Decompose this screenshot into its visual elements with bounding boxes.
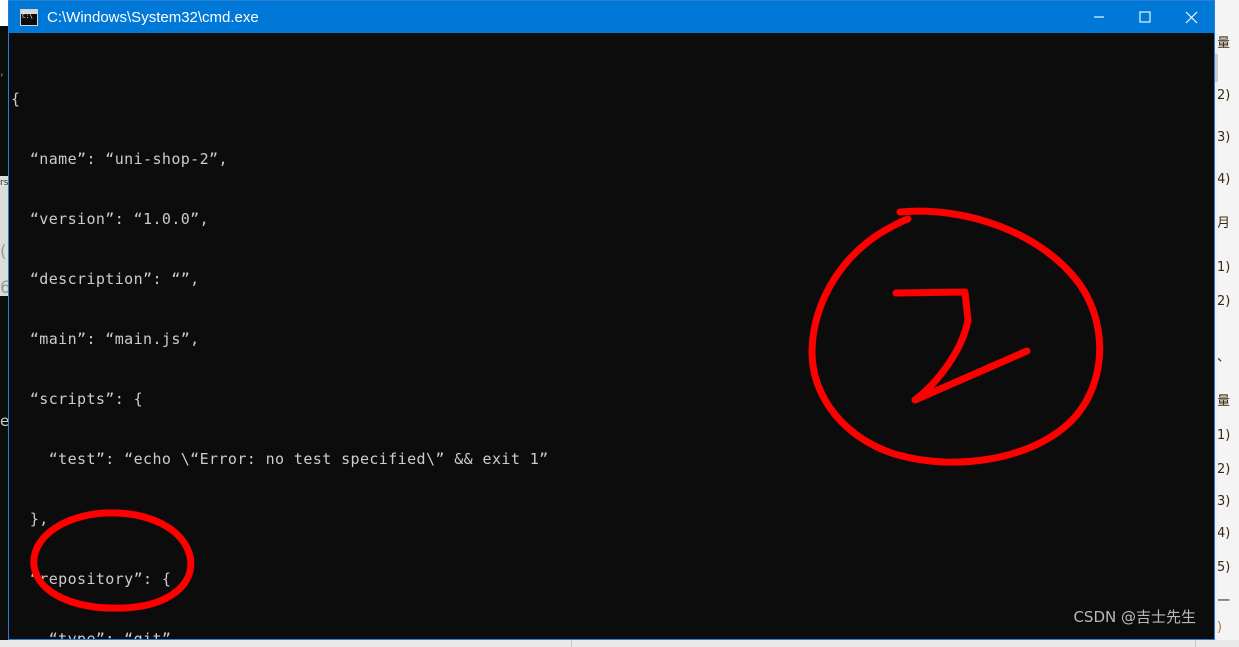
- json-line-9: “type”: “git”,: [11, 630, 181, 639]
- json-line-2: “version”: “1.0.0”,: [11, 210, 210, 228]
- bg-right-fragment-0: 量: [1217, 36, 1231, 51]
- background-right-text-strip: 量 2) 3) 4) 月 1) 2) 、 量 1) 2) 3) 4) 5) 一 …: [1217, 33, 1239, 640]
- json-line-0: {: [11, 90, 21, 108]
- bg-right-fragment-13: 5): [1217, 560, 1231, 575]
- json-line-4: “main”: “main.js”,: [11, 330, 200, 348]
- json-line-1: “name”: “uni-shop-2”,: [11, 150, 228, 168]
- bg-right-fragment-12: 4): [1217, 526, 1231, 541]
- bg-right-fragment-7: 、: [1217, 350, 1231, 365]
- background-bottom-strip: [0, 640, 1239, 647]
- bg-right-fragment-5: 1): [1217, 260, 1231, 275]
- terminal-text: { “name”: “uni-shop-2”, “version”: “1.0.…: [11, 49, 765, 639]
- window-controls: [1076, 1, 1214, 33]
- bg-right-fragment-8: 量: [1217, 394, 1231, 409]
- bg-right-fragment-14: 一: [1217, 594, 1231, 609]
- close-button[interactable]: [1168, 1, 1214, 33]
- background-left-fragment-2: (: [0, 242, 7, 262]
- bg-right-fragment-3: 4): [1217, 172, 1231, 187]
- json-line-3: “description”: “”,: [11, 270, 200, 288]
- bg-right-fragment-2: 3): [1217, 130, 1231, 145]
- json-line-7: },: [11, 510, 49, 528]
- bg-right-fragment-1: 2): [1217, 88, 1231, 103]
- minimize-button[interactable]: [1076, 1, 1122, 33]
- csdn-watermark: CSDN @吉士先生: [1073, 608, 1196, 626]
- cmd-icon: [20, 8, 38, 26]
- screenshot-root: , ( rsh ( 6 e 量 2) 3) 4) 月 1) 2) 、 量 1) …: [0, 0, 1239, 647]
- json-line-8: “repository”: {: [11, 570, 172, 588]
- background-divider-2: [1195, 640, 1196, 647]
- json-line-6: “test”: “echo \“Error: no test specified…: [11, 450, 549, 468]
- terminal-output-area[interactable]: { “name”: “uni-shop-2”, “version”: “1.0.…: [9, 33, 1214, 639]
- background-divider-1: [571, 640, 572, 647]
- bg-right-fragment-11: 3): [1217, 494, 1231, 509]
- bg-right-fragment-6: 2): [1217, 294, 1231, 309]
- bg-right-fragment-9: 1): [1217, 428, 1231, 443]
- cmd-window: C:\Windows\System32\cmd.exe: [8, 0, 1215, 640]
- json-line-5: “scripts”: {: [11, 390, 144, 408]
- window-titlebar[interactable]: C:\Windows\System32\cmd.exe: [9, 1, 1214, 33]
- bg-right-fragment-10: 2): [1217, 462, 1231, 477]
- window-title: C:\Windows\System32\cmd.exe: [47, 8, 259, 26]
- bg-right-fragment-4: 月: [1217, 216, 1231, 231]
- maximize-button[interactable]: [1122, 1, 1168, 33]
